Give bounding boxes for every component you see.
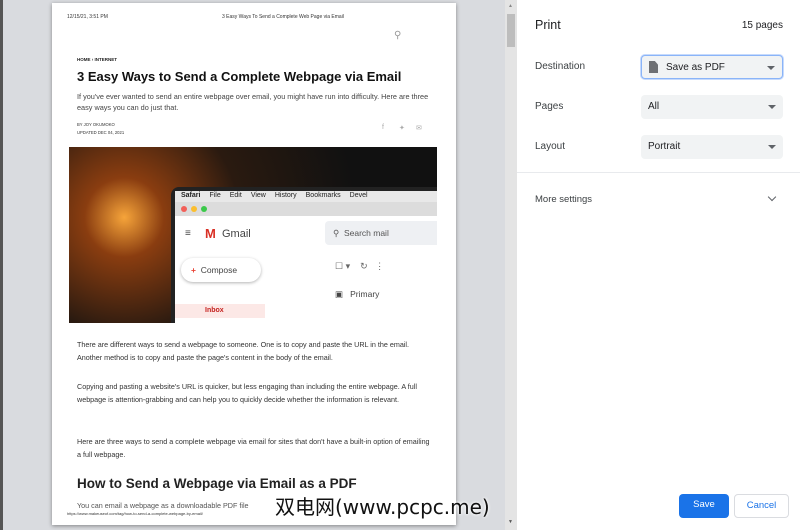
destination-value: Save as PDF xyxy=(666,62,725,73)
layout-select[interactable]: Portrait xyxy=(641,135,783,159)
footer-url: https://www.makeuseof.com/tag/how-to-sen… xyxy=(67,511,203,516)
pages-select[interactable]: All xyxy=(641,95,783,119)
updated-date: UPDATED DEC 04, 2021 xyxy=(77,130,125,135)
dropdown-arrow-icon xyxy=(767,66,775,70)
email-icon: ✉ xyxy=(416,125,422,132)
pages-label: Pages xyxy=(535,101,564,112)
compose-button: + Compose xyxy=(181,258,261,282)
menu-edit: Edit xyxy=(229,192,242,199)
more-settings-label: More settings xyxy=(535,194,593,205)
page-count: 15 pages xyxy=(741,20,783,31)
article-image: Safari File Edit View History Bookmarks Devel … xyxy=(69,147,437,323)
save-button[interactable]: Save xyxy=(679,494,729,518)
header-title: 3 Easy Ways To Send a Complete Web Page … xyxy=(222,14,344,20)
byline: BY JOY OKUMOKO xyxy=(77,122,115,127)
print-preview-area: 12/15/21, 3:51 PM 3 Easy Ways To Send a … xyxy=(0,0,505,530)
menu-view: View xyxy=(250,192,266,199)
gmail-page: ≡ M Gmail ⚲ Search mail + Compose ☐ ▾ ↻ … xyxy=(175,216,437,323)
destination-select[interactable]: Save as PDF xyxy=(641,55,783,79)
twitter-icon: ✦ xyxy=(399,125,405,132)
paragraph: There are different ways to send a webpa… xyxy=(77,340,410,362)
dropdown-arrow-icon xyxy=(768,145,776,149)
paragraph-cut: You can email a webpage as a downloadabl… xyxy=(77,501,249,510)
left-edge xyxy=(0,0,3,530)
print-title: Print xyxy=(535,18,561,32)
pages-value: All xyxy=(648,101,660,112)
preview-page: 12/15/21, 3:51 PM 3 Easy Ways To Send a … xyxy=(52,3,456,525)
breadcrumb: HOME › INTERNET xyxy=(77,57,117,62)
menu-develop: Devel xyxy=(349,192,368,199)
laptop-screen: Safari File Edit View History Bookmarks Devel … xyxy=(171,187,437,323)
scrollbar-thumb[interactable] xyxy=(507,14,515,47)
cancel-button[interactable]: Cancel xyxy=(734,494,789,518)
article-title: 3 Easy Ways to Send a Complete Webpage v… xyxy=(77,69,402,84)
menu-bookmarks: Bookmarks xyxy=(305,192,341,199)
section-heading: How to Send a Webpage via Email as a PDF xyxy=(77,476,357,491)
layout-value: Portrait xyxy=(648,141,681,152)
facebook-icon: f xyxy=(382,124,384,131)
more-settings-toggle[interactable]: More settings xyxy=(517,184,800,214)
menu-safari: Safari xyxy=(181,192,201,199)
gmail-search: ⚲ Search mail xyxy=(325,221,437,245)
print-settings-panel: Print 15 pages Destination Save as PDF P… xyxy=(517,0,800,530)
inbox-item: Inbox xyxy=(175,304,265,318)
preview-scrollbar[interactable]: ▲ ▼ xyxy=(505,0,517,530)
destination-label: Destination xyxy=(535,61,586,72)
divider xyxy=(517,172,800,173)
menu-file: File xyxy=(209,192,221,199)
scroll-up-icon[interactable]: ▲ xyxy=(508,3,513,9)
paragraph: Here are three ways to send a complete w… xyxy=(77,437,430,459)
chevron-down-icon xyxy=(767,192,777,202)
browser-toolbar xyxy=(175,202,437,216)
menu-history: History xyxy=(274,192,297,199)
header-date: 12/15/21, 3:51 PM xyxy=(67,14,108,20)
dropdown-arrow-icon xyxy=(768,105,776,109)
paragraph: Copying and pasting a website's URL is q… xyxy=(77,382,417,404)
watermark: 双电网(www.pcpc.me) xyxy=(275,495,490,519)
scroll-down-icon[interactable]: ▼ xyxy=(508,519,513,525)
gmail-label: Gmail xyxy=(222,228,251,240)
article-lead: If you've ever wanted to send an entire … xyxy=(77,92,429,112)
layout-label: Layout xyxy=(535,141,566,152)
mac-menubar: Safari File Edit View History Bookmarks Devel xyxy=(175,191,437,202)
document-icon xyxy=(649,61,658,73)
search-icon: ⚲ xyxy=(394,30,402,41)
gmail-logo-icon: M xyxy=(205,226,216,241)
